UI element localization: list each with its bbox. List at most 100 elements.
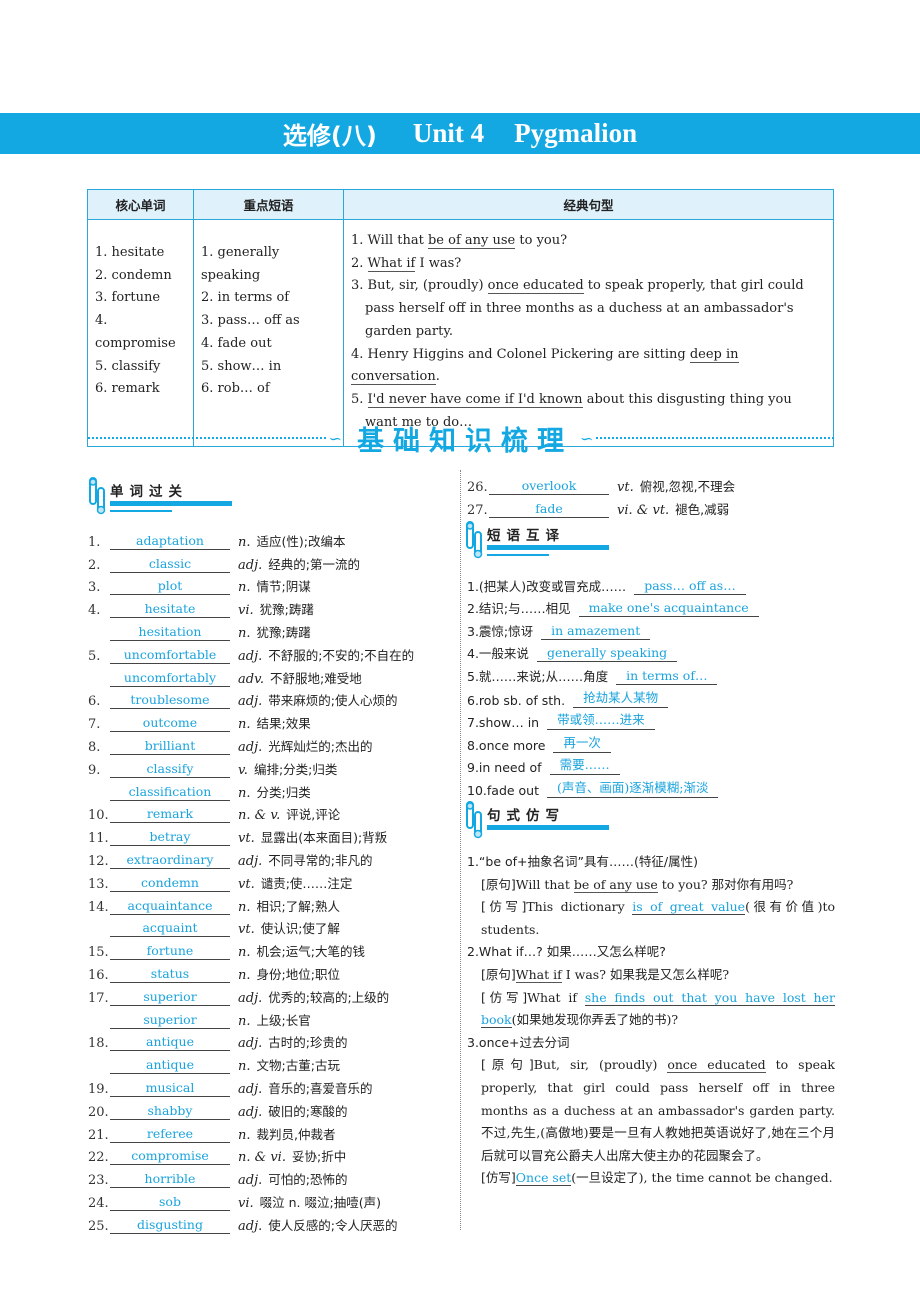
answer-blank: classify bbox=[110, 761, 230, 778]
part-of-speech: vi. bbox=[238, 603, 254, 619]
meaning: 裁判员,仲裁者 bbox=[256, 1126, 336, 1142]
vocab-row: 18. antique adj. 古时的;珍贵的 bbox=[88, 1029, 414, 1052]
meaning: 使认识;使了解 bbox=[260, 921, 340, 937]
answer-blank: disgusting bbox=[110, 1217, 230, 1234]
sentence-text: to you? bbox=[515, 233, 568, 248]
dotted-rule bbox=[88, 437, 326, 439]
phrase-prompt: 1.(把某人)改变或冒充成…… bbox=[467, 578, 627, 594]
part-of-speech: vt. bbox=[238, 922, 255, 938]
part-of-speech: adj. bbox=[238, 1081, 263, 1097]
item-number: 26. bbox=[467, 479, 488, 495]
item-number: 22. bbox=[88, 1150, 109, 1166]
core-word: 1. hesitate bbox=[95, 245, 165, 260]
part-of-speech: adj. bbox=[238, 1173, 263, 1189]
part-of-speech: adj. bbox=[238, 648, 263, 664]
vocab-row: 3. plot n. 情节;阴谋 bbox=[88, 573, 414, 596]
thermometer-icon bbox=[466, 801, 483, 839]
meaning: 俯视,忽视,不理会 bbox=[639, 478, 736, 494]
part-of-speech: adj. bbox=[238, 990, 263, 1006]
meaning: 上级;长官 bbox=[256, 1012, 311, 1028]
part-of-speech: adj. bbox=[238, 1104, 263, 1120]
sentence-text: But, sir, (proudly) bbox=[533, 1057, 668, 1073]
vocab-row: 21. referee n. 裁判员,仲裁者 bbox=[88, 1120, 414, 1143]
meaning: 使人反感的;令人厌恶的 bbox=[268, 1217, 398, 1233]
part-of-speech: n. bbox=[238, 1059, 251, 1075]
vocab-row: 11. betray vt. 显露出(本来面目);背叛 bbox=[88, 823, 414, 847]
sentence-text: 5. bbox=[351, 391, 368, 407]
key-phrase: 3. pass… off as bbox=[201, 313, 300, 329]
part-of-speech: n. & v. bbox=[238, 808, 281, 824]
sentence-key-structure: be of any use bbox=[427, 233, 516, 249]
part-of-speech: n. bbox=[238, 899, 251, 915]
sentence-text: I was? 如果我是又怎么样呢? bbox=[561, 966, 730, 982]
vocab-row: 6. troublesome adj. 带来麻烦的;使人心烦的 bbox=[88, 687, 414, 710]
answer-blank: condemn bbox=[110, 875, 230, 892]
item-number: 20. bbox=[88, 1104, 109, 1120]
phrase-prompt: 9.in need of bbox=[467, 760, 542, 776]
answer-blank: hesitate bbox=[110, 601, 230, 619]
answer-blank: acquaintance bbox=[110, 898, 230, 915]
phrase-answer: make one's acquaintance bbox=[578, 600, 759, 618]
vocab-list-left: 1. adaptation n. 适应(性);改编本 2. classic adj. 经典的;… bbox=[88, 527, 414, 1234]
answer-blank: classification bbox=[110, 784, 230, 801]
unit-banner: 选修(八) Unit 4 Pygmalion bbox=[0, 113, 920, 154]
answer-blank: fortune bbox=[110, 943, 230, 961]
original-sentence: [原句]Will that be of any use to you? 那对你有… bbox=[467, 874, 835, 897]
sentence-section-header: 句式仿写 bbox=[465, 800, 615, 840]
answer-blank: fade bbox=[489, 501, 609, 518]
phrase-row: 1.(把某人)改变或冒充成…… pass… off as… bbox=[467, 572, 759, 595]
dotted-rule bbox=[596, 437, 834, 439]
part-of-speech: adj. bbox=[238, 1036, 263, 1052]
item-number: 7. bbox=[88, 717, 101, 733]
section-label: 句式仿写 bbox=[487, 808, 565, 824]
imitation-answer: Once set bbox=[515, 1170, 572, 1187]
column-separator bbox=[460, 470, 461, 1230]
meaning: 情节;阴谋 bbox=[256, 579, 311, 595]
sentence-key-structure: I'd never have come if I'd known bbox=[367, 391, 583, 408]
meaning: 评说,评论 bbox=[286, 807, 341, 823]
phrase-prompt: 10.fade out bbox=[467, 782, 540, 798]
vocab-row: 10. remark n. & v. 评说,评论 bbox=[88, 801, 414, 824]
header-key-phrases: 重点短语 bbox=[193, 189, 344, 220]
part-of-speech: n. bbox=[238, 1013, 251, 1029]
part-of-speech: vt. bbox=[617, 479, 634, 495]
sentence-text: 1. Will that bbox=[351, 233, 428, 248]
vocab-row: 1. adaptation n. 适应(性);改编本 bbox=[88, 527, 414, 550]
answer-blank: brilliant bbox=[110, 738, 230, 755]
item-number: 27. bbox=[467, 502, 488, 518]
section-label: 短语互译 bbox=[487, 528, 565, 544]
answer-blank: shabby bbox=[110, 1103, 230, 1120]
phrase-prompt: 6.rob sb. of sth. bbox=[467, 692, 566, 708]
meaning: 结果;效果 bbox=[256, 716, 311, 732]
vocab-row: 13. condemn vt. 谴责;使……注定 bbox=[88, 869, 414, 892]
part-of-speech: v. bbox=[238, 762, 248, 778]
header-classic-sentences: 经典句型 bbox=[343, 189, 834, 220]
answer-blank: uncomfortable bbox=[110, 647, 230, 664]
meaning: 经典的;第一流的 bbox=[268, 556, 360, 572]
item-number: 2. bbox=[88, 557, 101, 573]
phrase-row: 3.震惊;惊讶 in amazement bbox=[467, 617, 759, 640]
item-number: 12. bbox=[88, 853, 109, 869]
sentence-text: I was? bbox=[415, 255, 462, 271]
item-number: 8. bbox=[88, 739, 101, 755]
phrase-row: 10.fade out (声音、画面)逐渐模糊;渐淡 bbox=[467, 775, 759, 798]
vocab-row: hesitation n. 犹豫;踌躇 bbox=[88, 618, 414, 641]
answer-blank: plot bbox=[110, 578, 230, 596]
item-number: 16. bbox=[88, 967, 109, 983]
answer-blank: antique bbox=[110, 1034, 230, 1052]
vocab-row: 24. sob vi. 啜泣 n. 啜泣;抽噎(声) bbox=[88, 1188, 414, 1211]
vocab-row: uncomfortably adv. 不舒服地;难受地 bbox=[88, 664, 414, 687]
key-phrase: 5. show… in bbox=[201, 358, 282, 374]
part-of-speech: vi. bbox=[238, 1195, 254, 1211]
item-number: 4. bbox=[88, 603, 101, 619]
classic-sentence: 4. Henry Higgins and Colonel Pickering a… bbox=[351, 344, 826, 389]
item-number: 1. bbox=[88, 534, 101, 550]
phrase-answer: 再一次 bbox=[553, 732, 611, 753]
item-number: 25. bbox=[88, 1218, 109, 1234]
sentence-text: Will that bbox=[515, 876, 574, 892]
sentence-text: (如果她发现你弄丢了她的书)? bbox=[511, 1012, 679, 1028]
vocab-row: 22. compromise n. & vi. 妥协;折中 bbox=[88, 1143, 414, 1166]
item-number: 3. bbox=[88, 580, 101, 596]
answer-blank: antique bbox=[110, 1057, 230, 1075]
thermometer-icon bbox=[89, 477, 106, 515]
